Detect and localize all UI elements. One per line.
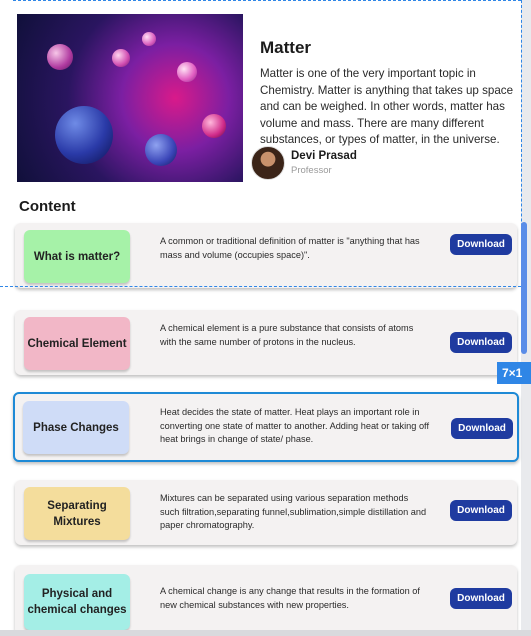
bottom-bar xyxy=(0,630,531,636)
topic-chip[interactable]: Separating Mixtures xyxy=(24,487,130,540)
topic-chip[interactable]: Chemical Element xyxy=(24,317,130,370)
row-description: A common or traditional definition of ma… xyxy=(160,236,420,260)
avatar xyxy=(251,146,285,180)
row-description: A chemical element is a pure substance t… xyxy=(160,323,414,347)
topic-chip[interactable]: Phase Changes xyxy=(23,401,129,454)
molecule-sphere xyxy=(202,114,226,138)
content-row: What is matter? A common or traditional … xyxy=(15,223,517,288)
download-button[interactable]: Download xyxy=(450,588,512,609)
topic-chip[interactable]: What is matter? xyxy=(24,230,130,283)
author-name: Devi Prasad xyxy=(291,150,357,162)
article-description: Matter is one of the very important topi… xyxy=(260,67,514,146)
download-button[interactable]: Download xyxy=(450,500,512,521)
molecule-sphere xyxy=(112,49,130,67)
page: Matter Matter is one of the very importa… xyxy=(0,0,531,636)
molecule-sphere xyxy=(55,106,113,164)
article-title: Matter xyxy=(260,38,312,57)
row-description: Heat decides the state of matter. Heat p… xyxy=(160,407,429,444)
selection-guide-top xyxy=(13,0,521,1)
scrollbar-thumb[interactable] xyxy=(521,222,527,354)
content-row-selected: Phase Changes Heat decides the state of … xyxy=(13,392,519,462)
row-description: A chemical change is any change that res… xyxy=(160,586,420,610)
hero-image xyxy=(17,14,243,182)
content-row: Separating Mixtures Mixtures can be sepa… xyxy=(15,480,517,545)
molecule-sphere xyxy=(47,44,73,70)
content-heading: Content xyxy=(19,198,76,215)
download-button[interactable]: Download xyxy=(450,332,512,353)
download-button[interactable]: Download xyxy=(451,418,513,439)
molecule-sphere xyxy=(145,134,177,166)
author-role: Professor xyxy=(291,165,332,176)
row-description: Mixtures can be separated using various … xyxy=(160,493,427,530)
selection-guide-horizontal xyxy=(0,286,521,287)
author: Devi Prasad Professor xyxy=(251,146,357,180)
topic-chip[interactable]: Physical and chemical changes xyxy=(24,574,130,630)
dimension-badge: 7×1 xyxy=(497,362,531,384)
molecule-sphere xyxy=(177,62,197,82)
article-card: Matter Matter is one of the very importa… xyxy=(0,0,521,636)
download-button[interactable]: Download xyxy=(450,234,512,255)
content-row: Chemical Element A chemical element is a… xyxy=(15,310,517,375)
molecule-sphere xyxy=(142,32,156,46)
content-row: Physical and chemical changes A chemical… xyxy=(15,565,517,635)
